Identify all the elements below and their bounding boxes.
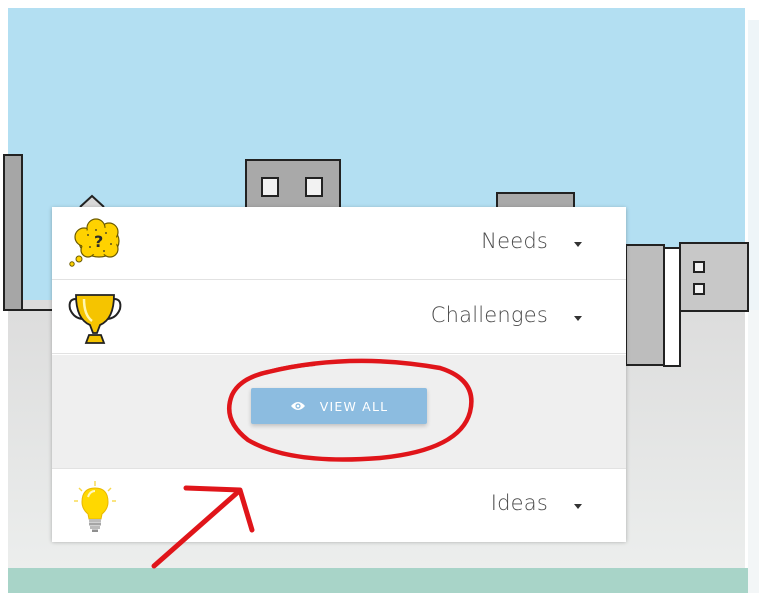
menu-item-ideas[interactable]: Ideas xyxy=(52,469,626,542)
caret-down-icon[interactable] xyxy=(574,242,582,247)
lightbulb-icon xyxy=(74,481,116,532)
category-menu-panel: ? Needs Challenges VIEW ALL Ideas xyxy=(52,207,626,542)
thought-bubble-question-icon: ? xyxy=(69,218,120,267)
caret-down-icon[interactable] xyxy=(574,504,582,509)
caret-down-icon[interactable] xyxy=(574,316,582,321)
menu-item-needs[interactable]: ? Needs xyxy=(52,207,626,280)
menu-item-label: Needs xyxy=(481,229,548,253)
view-all-button[interactable]: VIEW ALL xyxy=(251,388,427,424)
menu-item-challenges[interactable]: Challenges xyxy=(52,281,626,354)
eye-icon xyxy=(290,402,305,410)
trophy-icon xyxy=(68,294,122,344)
svg-text:?: ? xyxy=(94,232,103,251)
menu-item-label: Ideas xyxy=(490,491,548,515)
challenges-expanded-section: VIEW ALL xyxy=(52,355,626,469)
view-all-label: VIEW ALL xyxy=(319,398,389,414)
menu-item-label: Challenges xyxy=(430,303,548,327)
